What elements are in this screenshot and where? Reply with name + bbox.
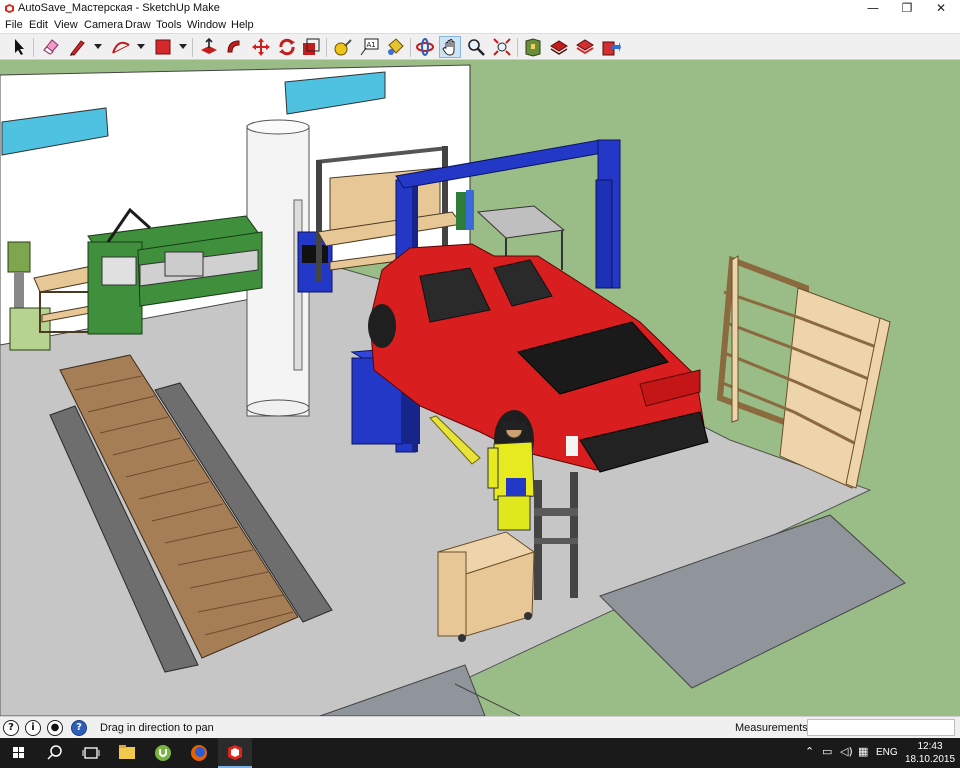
model-viewport[interactable] xyxy=(0,60,960,716)
firefox-button[interactable] xyxy=(182,738,216,768)
task-view-button[interactable] xyxy=(74,738,108,768)
menu-file[interactable]: File xyxy=(5,18,23,32)
utorrent-icon xyxy=(155,745,171,761)
zoom-tool-icon[interactable] xyxy=(465,36,487,58)
file-explorer-button[interactable] xyxy=(110,738,144,768)
credits-icon[interactable]: i xyxy=(25,720,41,736)
menu-edit[interactable]: Edit xyxy=(29,18,48,32)
sketchup-app-icon xyxy=(5,4,14,13)
clock-time[interactable]: 12:43 xyxy=(912,741,948,752)
shape-tool-icon[interactable] xyxy=(152,36,174,58)
extension-warehouse-icon[interactable] xyxy=(548,36,570,58)
tape-measure-tool-icon[interactable] xyxy=(332,36,354,58)
send-to-layout-icon[interactable] xyxy=(600,36,622,58)
user-icon[interactable]: ● xyxy=(47,720,63,736)
menu-view[interactable]: View xyxy=(54,18,78,32)
menu-camera[interactable]: Camera xyxy=(84,18,123,32)
pan-tool-icon[interactable] xyxy=(439,36,461,58)
shape-dropdown-icon[interactable] xyxy=(179,44,187,49)
search-icon xyxy=(47,745,62,760)
workshop-3d-scene xyxy=(0,64,906,716)
task-view-icon xyxy=(82,747,100,759)
network-icon[interactable]: ▦ xyxy=(858,746,868,758)
eraser-tool-icon[interactable] xyxy=(40,36,62,58)
measurements-input[interactable] xyxy=(807,719,955,736)
georeference-icon[interactable]: ? xyxy=(3,720,19,736)
status-hint: Drag in direction to pan xyxy=(100,722,214,734)
line-dropdown-icon[interactable] xyxy=(94,44,102,49)
sketchup-icon xyxy=(228,745,242,760)
push-pull-tool-icon[interactable] xyxy=(198,36,220,58)
orbit-tool-icon[interactable] xyxy=(414,36,436,58)
scale-tool-icon[interactable] xyxy=(300,36,322,58)
layout-icon[interactable] xyxy=(574,36,596,58)
tray-device-icon[interactable]: ▭ xyxy=(822,746,832,758)
start-button[interactable] xyxy=(2,738,36,768)
tray-overflow-icon[interactable]: ⌃ xyxy=(805,746,814,758)
language-indicator[interactable]: ENG xyxy=(876,747,898,758)
close-button[interactable]: ✕ xyxy=(924,0,958,17)
help-icon[interactable]: ? xyxy=(71,720,87,736)
paint-bucket-tool-icon[interactable] xyxy=(384,36,406,58)
arc-tool-icon[interactable] xyxy=(110,36,132,58)
zoom-extents-tool-icon[interactable] xyxy=(491,36,513,58)
taskbar: ⌃ ▭ ◁) ▦ ENG 12:43 18.10.2015 xyxy=(0,738,960,768)
text-tool-icon[interactable]: A1 xyxy=(358,36,380,58)
firefox-icon xyxy=(191,745,207,761)
status-bar: ? i ● ? Drag in direction to pan Measure… xyxy=(0,716,960,738)
line-tool-icon[interactable] xyxy=(66,36,88,58)
sketchup-taskbar-button[interactable] xyxy=(218,738,252,768)
folder-icon xyxy=(119,745,135,759)
rotate-tool-icon[interactable] xyxy=(276,36,298,58)
svg-text:A1: A1 xyxy=(367,41,376,49)
search-button[interactable] xyxy=(38,738,72,768)
3d-warehouse-icon[interactable] xyxy=(522,36,544,58)
menu-tools[interactable]: Tools xyxy=(156,18,182,32)
move-tool-icon[interactable] xyxy=(250,36,272,58)
windows-logo-icon xyxy=(13,747,24,758)
window-title: AutoSave_Мастерская - SketchUp Make xyxy=(18,2,220,14)
minimize-button[interactable]: — xyxy=(856,0,890,17)
follow-me-tool-icon[interactable] xyxy=(224,36,246,58)
arc-dropdown-icon[interactable] xyxy=(137,44,145,49)
utorrent-button[interactable] xyxy=(146,738,180,768)
clock-date[interactable]: 18.10.2015 xyxy=(904,754,956,765)
menu-help[interactable]: Help xyxy=(231,18,254,32)
toolbar: A1 xyxy=(0,33,960,60)
measurements-label: Measurements xyxy=(735,722,808,734)
maximize-button[interactable]: ❐ xyxy=(890,0,924,17)
menu-window[interactable]: Window xyxy=(187,18,226,32)
select-tool-icon[interactable] xyxy=(8,36,30,58)
menu-draw[interactable]: Draw xyxy=(125,18,151,32)
title-bar: AutoSave_Мастерская - SketchUp Make — ❐ … xyxy=(0,0,960,17)
menu-bar: File Edit View Camera Draw Tools Window … xyxy=(0,17,960,33)
volume-icon[interactable]: ◁) xyxy=(840,746,853,758)
